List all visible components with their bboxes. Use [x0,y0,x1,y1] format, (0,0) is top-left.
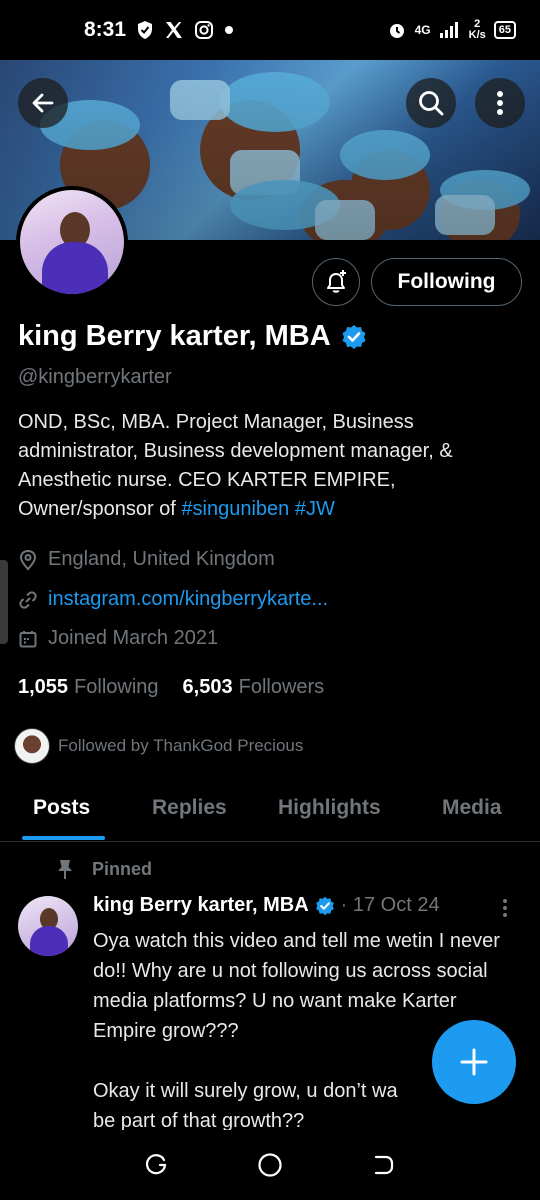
profile-bio: OND, BSc, MBA. Project Manager, Business… [18,408,523,524]
profile-tabs: Posts Replies Highlights Media [0,780,540,842]
post-date: · 17 Oct 24 [340,894,440,916]
recent-apps-icon[interactable] [144,1153,168,1177]
hashtag-link[interactable]: #JW [295,498,335,520]
x-logo-icon [164,20,184,40]
avatar [14,728,50,764]
speed-unit: K/s [468,29,486,41]
tab-replies[interactable]: Replies [152,796,227,820]
profile-handle: @kingberrykarter [18,366,172,388]
pinned-label-row: Pinned [56,858,152,880]
calendar-icon [18,629,38,649]
post-more-button[interactable] [502,898,508,918]
hashtag-link[interactable]: #singuniben [181,498,289,520]
pinned-label: Pinned [92,858,153,879]
alarm-icon [387,20,407,40]
tab-media[interactable]: Media [442,796,502,820]
followers-count-link[interactable]: 6,503 Followers [183,676,325,699]
post-author-avatar[interactable] [18,896,78,956]
more-options-button[interactable] [475,78,525,128]
system-nav-bar [0,1130,540,1200]
bell-plus-icon [323,269,349,295]
followed-by[interactable]: Followed by ThankGod Precious [14,728,303,764]
battery-indicator: 65 [493,21,516,39]
instagram-icon [194,20,214,40]
profile-name: king Berry karter, MBA [18,320,331,352]
following-count: 1,055 [18,676,69,698]
back-button[interactable] [18,78,68,128]
home-circle-icon[interactable] [256,1151,284,1179]
tab-highlights[interactable]: Highlights [278,796,381,820]
status-bar: 8:31 4G 2 K/s 65 [0,0,540,60]
dot-icon [224,25,234,35]
back-nav-icon[interactable] [372,1153,396,1177]
profile-avatar[interactable] [16,186,128,298]
active-tab-indicator [22,836,105,840]
search-button[interactable] [406,78,456,128]
website-link[interactable]: instagram.com/kingberrykarte... [48,588,328,611]
following-button[interactable]: Following [371,258,522,306]
follow-counts: 1,055 Following 6,503 Followers [18,676,324,699]
following-count-link[interactable]: 1,055 Following [18,676,159,699]
edge-panel-handle[interactable] [0,560,8,644]
location-pin-icon [18,549,38,571]
location-text: England, United Kingdom [48,548,275,570]
followed-by-text: Followed by ThankGod Precious [58,736,304,755]
avatar [20,190,124,294]
profile-website[interactable]: instagram.com/kingberrykarte... [18,588,328,611]
link-icon [18,590,38,610]
shield-icon [136,20,154,40]
verified-badge-icon [315,896,335,916]
arrow-left-icon [30,90,56,116]
profile-location: England, United Kingdom [18,548,275,571]
more-vertical-icon [502,898,508,918]
joined-text: Joined March 2021 [48,627,219,649]
search-icon [417,89,445,117]
following-label: Following [74,676,159,698]
verified-badge-icon [341,324,367,350]
profile-name-row: king Berry karter, MBA [18,320,367,353]
followers-count: 6,503 [182,676,233,698]
more-vertical-icon [496,90,504,116]
plus-icon [459,1047,489,1077]
signal-icon [439,22,461,38]
post-header: king Berry karter, MBA · 17 Oct 24 [93,894,440,917]
notifications-button[interactable] [312,258,360,306]
profile-joined: Joined March 2021 [18,627,218,650]
network-type: 4G [414,23,431,37]
pin-icon [56,858,74,880]
tab-posts[interactable]: Posts [33,796,90,820]
post-author-name[interactable]: king Berry karter, MBA [93,894,309,917]
followers-label: Followers [238,676,325,698]
compose-post-button[interactable] [432,1020,516,1104]
status-time: 8:31 [84,18,127,41]
